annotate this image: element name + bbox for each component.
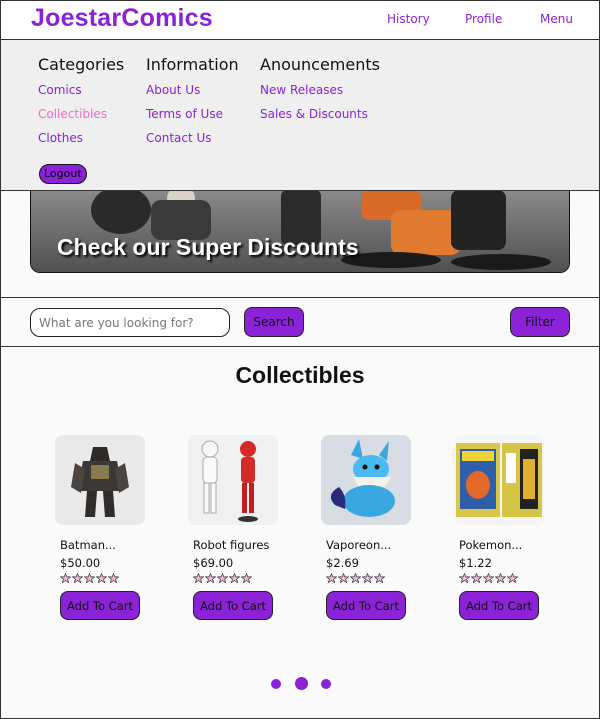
menu-link-clothes[interactable]: Clothes [38,128,124,152]
navbar: JoestarComics History Profile Menu [0,0,600,40]
dropdown-menu: Categories Comics Collectibles Clothes I… [0,39,600,191]
add-to-cart-button[interactable]: Add To Cart [193,591,273,620]
pokemon-card-pack-image[interactable] [454,435,544,525]
product-card: Vaporeon... $2.69 Add To Cart [321,435,431,620]
product-card: Batman... $50.00 Add To Cart [55,435,165,620]
star-icon[interactable] [507,573,518,584]
star-icon[interactable] [241,573,252,584]
vaporeon-plush-image[interactable] [321,435,411,525]
star-icon[interactable] [84,573,95,584]
star-icon[interactable] [483,573,494,584]
menu-link-terms[interactable]: Terms of Use [146,104,239,128]
menu-column-announcements: Anouncements New Releases Sales & Discou… [260,55,380,128]
menu-column-title: Information [146,55,239,74]
star-icon[interactable] [205,573,216,584]
menu-link-contact-us[interactable]: Contact Us [146,128,239,152]
product-price: $1.22 [459,556,492,570]
search-input[interactable] [30,308,230,337]
robot-figures-image[interactable] [188,435,278,525]
star-icon[interactable] [326,573,337,584]
star-icon[interactable] [108,573,119,584]
section-title: Collectibles [235,362,365,388]
menu-link-collectibles[interactable]: Collectibles [38,104,124,128]
star-icon[interactable] [374,573,385,584]
menu-column-title: Categories [38,55,125,74]
nav-link-menu[interactable]: Menu [540,12,573,26]
search-bar: Search Filter [0,297,600,347]
logout-button[interactable]: Logout [39,164,87,184]
menu-link-new-releases[interactable]: New Releases [260,80,380,104]
star-rating[interactable] [193,573,298,585]
product-price: $69.00 [193,556,234,570]
menu-column-categories: Categories Comics Collectibles Clothes [38,55,124,152]
menu-column-information: Information About Us Terms of Use Contac… [146,55,239,152]
star-icon[interactable] [60,573,71,584]
star-icon[interactable] [72,573,83,584]
star-icon[interactable] [193,573,204,584]
carousel-pagination [0,677,600,691]
add-to-cart-button[interactable]: Add To Cart [326,591,406,620]
star-rating[interactable] [326,573,431,585]
product-name[interactable]: Batman... [60,538,165,552]
search-button[interactable]: Search [244,307,304,337]
product-price: $2.69 [326,556,359,570]
product-name[interactable]: Vaporeon... [326,538,431,552]
banner-headline: Check our Super Discounts [57,234,359,260]
promo-banner[interactable]: Check our Super Discounts [30,190,570,273]
carousel-dot-3[interactable] [321,679,331,689]
star-icon[interactable] [459,573,470,584]
star-icon[interactable] [338,573,349,584]
star-icon[interactable] [217,573,228,584]
menu-link-comics[interactable]: Comics [38,80,124,104]
product-price: $50.00 [60,556,101,570]
product-card: Pokemon... $1.22 Add To Cart [454,435,564,620]
add-to-cart-button[interactable]: Add To Cart [60,591,140,620]
menu-column-title: Anouncements [260,55,380,74]
star-icon[interactable] [471,573,482,584]
product-name[interactable]: Robot figures [193,538,298,552]
star-icon[interactable] [362,573,373,584]
menu-link-sales-discounts[interactable]: Sales & Discounts [260,104,380,128]
star-icon[interactable] [96,573,107,584]
star-icon[interactable] [350,573,361,584]
star-rating[interactable] [60,573,165,585]
star-rating[interactable] [459,573,564,585]
armored-figure-image[interactable] [55,435,145,525]
product-name[interactable]: Pokemon... [459,538,564,552]
filter-button[interactable]: Filter [510,307,570,337]
nav-link-profile[interactable]: Profile [465,12,502,26]
carousel-dot-1[interactable] [271,679,281,689]
brand-logo[interactable]: JoestarComics [31,4,213,33]
add-to-cart-button[interactable]: Add To Cart [459,591,539,620]
product-card: Robot figures $69.00 Add To Cart [188,435,298,620]
star-icon[interactable] [229,573,240,584]
menu-link-about-us[interactable]: About Us [146,80,239,104]
carousel-dot-2[interactable] [295,677,308,690]
nav-link-history[interactable]: History [387,12,430,26]
star-icon[interactable] [495,573,506,584]
